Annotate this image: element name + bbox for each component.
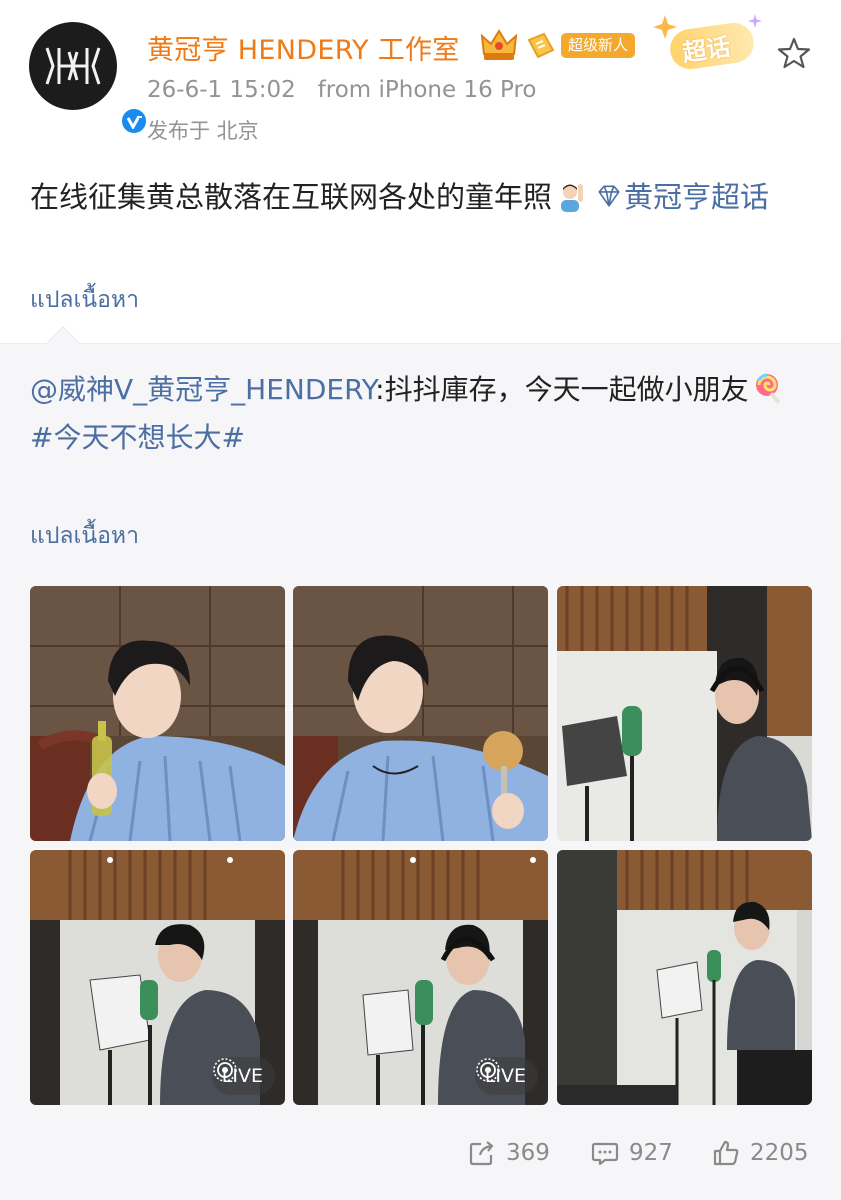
repost-translate-link[interactable]: แปลเนื้อหา bbox=[30, 518, 139, 554]
hendery-logo bbox=[45, 47, 101, 85]
photo-image bbox=[293, 586, 548, 841]
user-name[interactable]: 黄冠亨 HENDERY 工作室 bbox=[147, 28, 460, 67]
verified-icon bbox=[119, 106, 149, 136]
photo-image bbox=[30, 586, 285, 841]
repost-body: :抖抖庫存，今天一起做小朋友 bbox=[375, 373, 749, 406]
photo-thumbnail[interactable] bbox=[30, 586, 285, 841]
weibo-post-page: 黄冠亨 HENDERY 工作室 超级新人 超话 26-6-1 15:02 fro… bbox=[0, 0, 841, 1200]
live-icon bbox=[475, 1058, 500, 1082]
repost-text: @威神V_黄冠亨_HENDERY:抖抖庫存，今天一起做小朋友 #今天不想长大# bbox=[30, 366, 810, 462]
diamond-icon bbox=[598, 185, 620, 207]
crown-icon[interactable] bbox=[480, 28, 518, 62]
post-text: 在线征集黄总散落在互联网各处的童年照 黄冠亨超话 bbox=[30, 170, 820, 224]
star-icon bbox=[777, 37, 811, 69]
super-topic-badge[interactable]: 超话 bbox=[652, 14, 762, 72]
raising-hand-emoji bbox=[561, 184, 584, 212]
photo-thumbnail[interactable] bbox=[293, 586, 548, 841]
lollipop-emoji bbox=[755, 373, 780, 404]
post-location: 发布于 北京 bbox=[147, 119, 259, 143]
translate-link[interactable]: แปลเนื้อหา bbox=[30, 282, 139, 318]
sparkle-icon bbox=[748, 14, 762, 28]
live-badge[interactable]: LIVE bbox=[474, 1057, 538, 1095]
photo-image bbox=[557, 850, 812, 1105]
repost-mention[interactable]: @威神V_黄冠亨_HENDERY bbox=[30, 373, 375, 406]
super-topic-link[interactable]: 黄冠亨超话 bbox=[624, 180, 769, 214]
post-time-source: 26-6-1 15:02 from iPhone 16 Pro bbox=[147, 77, 537, 103]
live-badge[interactable]: LIVE bbox=[211, 1057, 275, 1095]
like-icon bbox=[713, 1140, 739, 1166]
repost-hashtag[interactable]: #今天不想长大# bbox=[30, 421, 245, 454]
photo-thumbnail[interactable]: LIVE bbox=[30, 850, 285, 1105]
comment-icon bbox=[591, 1142, 619, 1166]
newbie-badge[interactable]: 超级新人 bbox=[561, 33, 636, 58]
photo-image bbox=[557, 586, 812, 841]
ticket-icon[interactable] bbox=[526, 32, 556, 60]
comment-count: 927 bbox=[629, 1140, 673, 1166]
post-body: 在线征集黄总散落在互联网各处的童年照 bbox=[30, 180, 553, 214]
comment-button[interactable]: 927 bbox=[591, 1136, 673, 1170]
photo-thumbnail[interactable]: LIVE bbox=[293, 850, 548, 1105]
repost-icon bbox=[469, 1141, 494, 1166]
live-icon bbox=[212, 1058, 237, 1082]
avatar[interactable] bbox=[29, 22, 149, 136]
super-topic-badge-label: 超话 bbox=[680, 32, 733, 68]
like-button[interactable]: 2205 bbox=[712, 1136, 809, 1170]
photo-thumbnail[interactable] bbox=[557, 850, 812, 1105]
favorite-button[interactable] bbox=[776, 35, 812, 71]
like-count: 2205 bbox=[750, 1140, 809, 1166]
repost-button[interactable]: 369 bbox=[468, 1136, 550, 1170]
photo-thumbnail[interactable] bbox=[557, 586, 812, 841]
repost-count: 369 bbox=[506, 1140, 550, 1166]
